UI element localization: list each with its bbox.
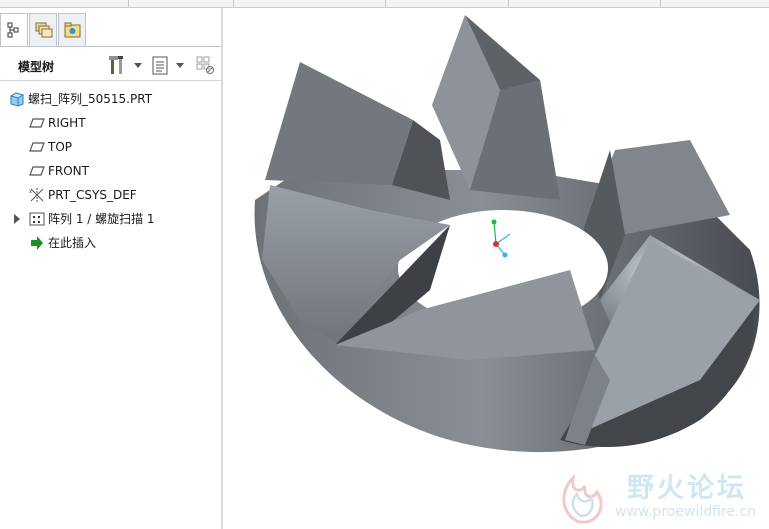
favorites-tab[interactable]: [58, 13, 86, 46]
tree-item-label: 在此插入: [48, 236, 97, 250]
tree-item-label: RIGHT: [48, 116, 86, 130]
toolbar-separator: [508, 0, 509, 7]
toolbar-separator: [233, 0, 234, 7]
model-tree-tab[interactable]: [0, 13, 28, 47]
filter-icon: [196, 56, 214, 74]
blade-face: [265, 62, 413, 185]
csys-icon: x: [29, 188, 44, 202]
datum-plane-icon: [29, 166, 45, 176]
header-separator: [0, 80, 221, 81]
tools-icon: [109, 56, 123, 74]
filter-button[interactable]: [195, 54, 219, 78]
layers-icon: [35, 22, 53, 38]
datum-plane-icon: [29, 142, 45, 152]
chevron-down-icon: [134, 63, 142, 68]
toolbar-separator: [385, 0, 386, 7]
tree-root-label: 螺扫_阵列_50515.PRT: [28, 92, 153, 106]
tree-item-label: TOP: [48, 140, 73, 154]
chevron-down-icon: [176, 63, 184, 68]
show-dropdown-button[interactable]: [151, 54, 187, 78]
graphics-viewport[interactable]: [223, 8, 769, 529]
navigator-tabs: [0, 13, 221, 47]
tabs-baseline: [0, 46, 221, 47]
navigator-panel: [0, 8, 221, 529]
layers-tab[interactable]: [29, 13, 57, 46]
watermark-title: 野火论坛: [627, 473, 747, 504]
tree-item-label: 阵列 1 / 螺旋扫描 1: [48, 212, 155, 226]
helical-sweep-model: [254, 15, 760, 453]
model-tree-header: 模型树: [0, 52, 221, 80]
tree-icon: [7, 22, 19, 38]
star-folder-icon: [64, 22, 81, 38]
forum-watermark: 野火论坛 www.proewildfire.cn: [555, 460, 769, 529]
toolbar-separator: [660, 0, 661, 7]
part-icon: [9, 92, 25, 107]
list-icon: [152, 56, 168, 75]
expand-arrow-icon[interactable]: [13, 214, 21, 224]
datum-plane-icon: [29, 118, 45, 128]
tree-item-label: FRONT: [48, 164, 89, 178]
model-tree-title: 模型树: [18, 60, 55, 74]
toolbar-separator: [128, 0, 129, 7]
insert-arrow-icon: [31, 236, 43, 250]
flame-logo-icon: [562, 473, 603, 524]
watermark-url: www.proewildfire.cn: [615, 504, 757, 520]
svg-text:x: x: [29, 189, 32, 195]
pattern-icon: [29, 212, 45, 226]
settings-dropdown-button[interactable]: [108, 54, 144, 78]
ribbon-toolbar-strip: [0, 0, 769, 8]
tree-item-label: PRT_CSYS_DEF: [48, 188, 137, 202]
